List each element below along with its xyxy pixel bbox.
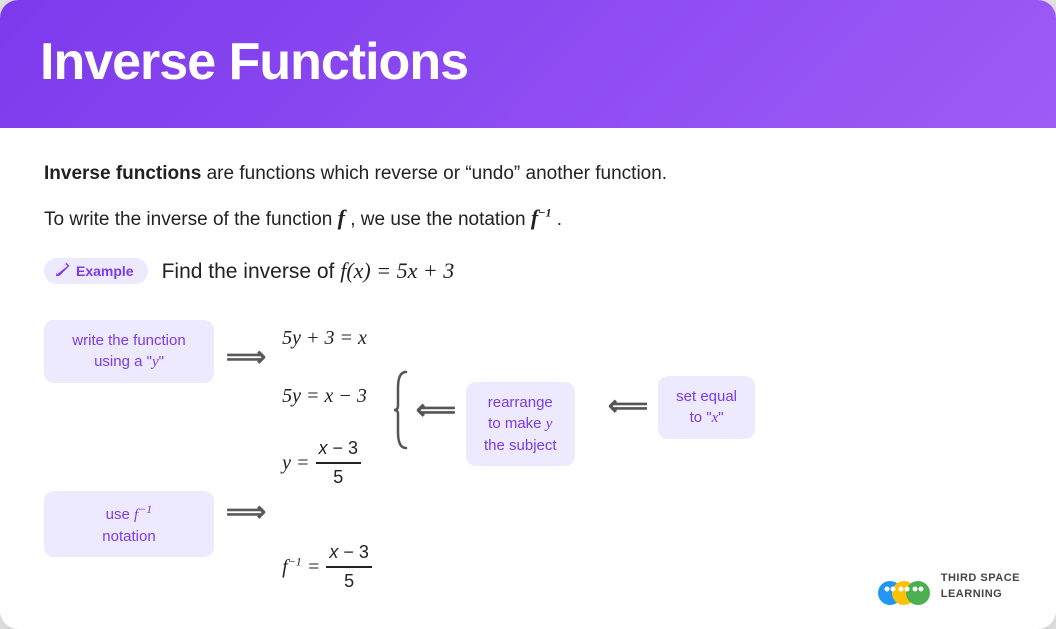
example-function: f(x) = 5x + 3 (340, 258, 454, 283)
math-step-2: 5y = x − 3 (282, 376, 374, 416)
set-equal-line1: set equal (676, 388, 737, 405)
notation-text2: , we use the notation (350, 209, 531, 230)
header: Inverse Functions (0, 0, 1056, 128)
brace-icon (388, 370, 410, 450)
set-equal-line2: to "x" (690, 409, 724, 426)
tsl-line1: THIRD SPACE (941, 572, 1020, 584)
step-row-1: ⟹ (214, 322, 278, 373)
notation-period: . (557, 209, 562, 230)
tsl-line2: LEARNING (941, 588, 1002, 600)
arrows-math-col: ⟹ ⟹ (214, 308, 278, 528)
content: Inverse functions are functions which re… (0, 128, 1056, 629)
math-step-3: y = x − 3 5 (282, 430, 374, 496)
brace-right-col: ⟸ rearrange to make y the subject ⟸ set … (388, 316, 575, 466)
label-write-function: write the functionusing a "y" (44, 320, 214, 383)
math-step-4: f−1 = x − 3 5 (282, 534, 374, 600)
arrow-right-2: ⟹ (226, 495, 266, 528)
notation-text: To write the inverse of the function (44, 209, 338, 230)
f-symbol: f (338, 205, 345, 230)
example-text: Find the inverse of f(x) = 5x + 3 (162, 258, 455, 284)
rearrange-line3: the subject (484, 437, 557, 454)
math-step-1: 5y + 3 = x (282, 318, 374, 358)
steps-area: write the functionusing a "y" use f−1not… (44, 308, 1012, 601)
right-label-rearrange: rearrange to make y the subject (466, 382, 575, 466)
page-title: Inverse Functions (40, 32, 1016, 92)
arrow-left-2: ⟸ (608, 389, 648, 422)
label-use-notation: use f−1notation (44, 491, 214, 557)
step-row-2: ⟹ (214, 477, 278, 528)
definition-rest: are functions which reverse or “undo” an… (201, 163, 667, 184)
example-label: Example (76, 263, 134, 279)
pencil-icon (54, 263, 70, 279)
f-inverse-symbol: f−1 (531, 205, 552, 230)
brace-row: ⟸ rearrange to make y the subject (388, 354, 575, 466)
arrow-right-label-1-row: ⟸ set equal to "x" (608, 372, 755, 439)
arrow-right-1: ⟹ (226, 340, 266, 373)
rearrange-line1: rearrange (488, 394, 553, 411)
fraction-y: x − 3 5 (316, 436, 362, 490)
notation-line: To write the inverse of the function f ,… (44, 199, 1012, 236)
definition-bold: Inverse functions (44, 163, 201, 184)
label-use-notation-text: use f−1notation (102, 506, 155, 545)
tsl-text: THIRD SPACE LEARNING (941, 571, 1020, 602)
example-row: Example Find the inverse of f(x) = 5x + … (44, 258, 1012, 284)
math-expressions: 5y + 3 = x 5y = x − 3 y = x − 3 5 f−1 = … (282, 318, 374, 601)
definition-text: Inverse functions are functions which re… (44, 160, 1012, 189)
card: Inverse Functions Inverse functions are … (0, 0, 1056, 629)
label-write-function-text: write the functionusing a "y" (72, 332, 185, 370)
example-text-lead: Find the inverse of (162, 260, 341, 283)
example-badge: Example (44, 258, 148, 284)
tsl-logo: THIRD SPACE LEARNING (877, 567, 1020, 607)
left-labels: write the functionusing a "y" use f−1not… (44, 308, 214, 557)
tsl-icon (877, 567, 931, 607)
fraction-finv: x − 3 5 (326, 540, 372, 594)
arrow-left-1: ⟸ (416, 393, 456, 426)
right-label-set-equal: set equal to "x" (658, 376, 755, 439)
